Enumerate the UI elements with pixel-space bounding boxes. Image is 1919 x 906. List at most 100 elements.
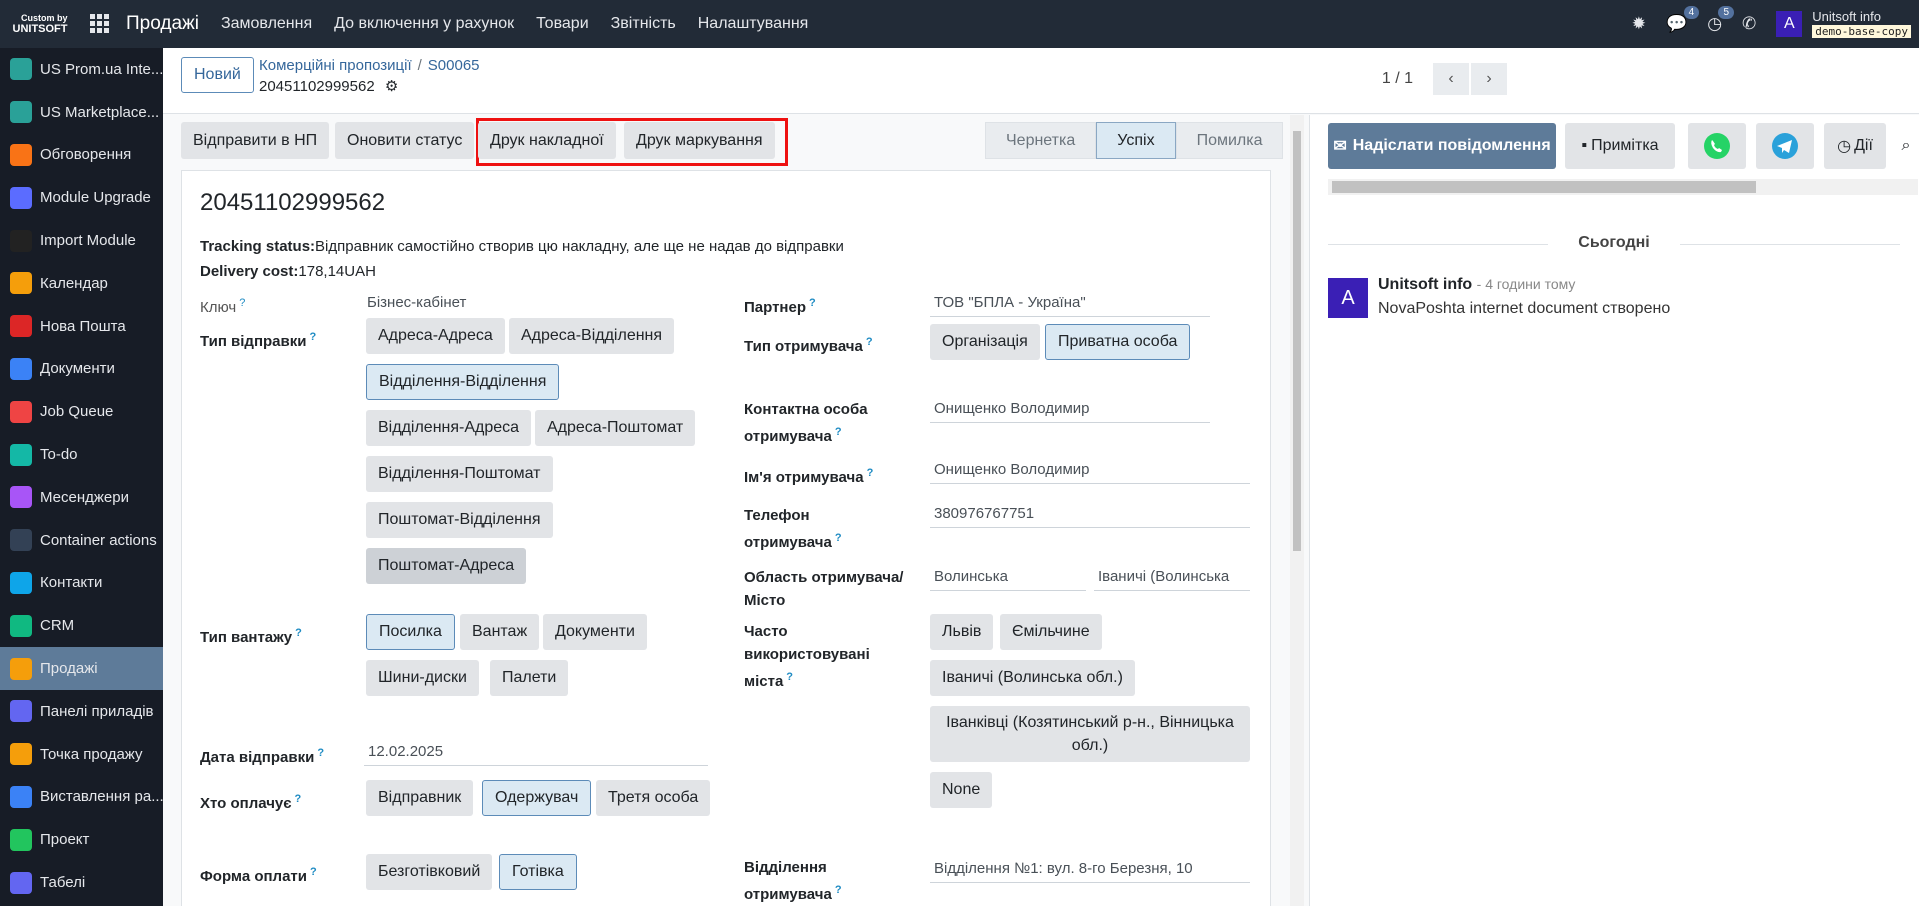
- frequent-city-option[interactable]: None: [930, 772, 993, 808]
- pager-next-icon[interactable]: ›: [1471, 63, 1507, 95]
- ship-type-option[interactable]: Адреса-Відділення: [509, 318, 675, 354]
- app-title[interactable]: Продажі: [126, 13, 199, 35]
- sidebar-item[interactable]: Контакти: [0, 562, 163, 605]
- debug-bug-icon[interactable]: ✹: [1632, 14, 1646, 34]
- chat-icon[interactable]: 💬 4: [1666, 6, 1700, 34]
- breadcrumb-current[interactable]: S00065: [428, 57, 480, 74]
- sidebar-item[interactable]: Job Queue: [0, 390, 163, 433]
- help-icon[interactable]: ?: [786, 671, 793, 683]
- recipient-type-option[interactable]: Приватна особа: [1045, 324, 1191, 360]
- phone-field[interactable]: 380976767751: [930, 502, 1250, 528]
- status-error[interactable]: Помилка: [1175, 122, 1284, 159]
- payer-option[interactable]: Одержувач: [482, 780, 592, 816]
- message-author-name[interactable]: Unitsoft info: [1378, 276, 1472, 293]
- sidebar-item[interactable]: US Prom.ua Inte...: [0, 48, 163, 91]
- telegram-button[interactable]: [1756, 123, 1814, 169]
- ship-type-option[interactable]: Адреса-Поштомат: [535, 410, 696, 446]
- payer-option[interactable]: Відправник: [366, 780, 474, 816]
- menu-orders[interactable]: Замовлення: [221, 15, 312, 33]
- cargo-type-option[interactable]: Посилка: [366, 614, 455, 650]
- ship-type-option[interactable]: Поштомат-Адреса: [366, 548, 527, 584]
- sidebar-item[interactable]: Календар: [0, 262, 163, 305]
- cargo-type-option[interactable]: Вантаж: [460, 614, 540, 650]
- sidebar-item[interactable]: Module Upgrade: [0, 176, 163, 219]
- apps-grid-icon[interactable]: [80, 14, 120, 34]
- ship-type-option[interactable]: Відділення-Адреса: [366, 410, 532, 446]
- city-field[interactable]: Іваничі (Волинська: [1094, 565, 1250, 591]
- unitsoft-logo[interactable]: Custom by UNITSOFT: [0, 0, 80, 48]
- recipient-name-field[interactable]: Онищенко Володимир: [930, 458, 1250, 484]
- help-icon[interactable]: ?: [866, 336, 873, 348]
- user-avatar[interactable]: A: [1776, 11, 1803, 37]
- date-field[interactable]: 12.02.2025: [364, 740, 708, 766]
- payer-option[interactable]: Третя особа: [596, 780, 711, 816]
- help-icon[interactable]: ?: [317, 747, 324, 759]
- print-invoice-button[interactable]: Друк накладної: [478, 122, 616, 159]
- payment-option[interactable]: Безготівковий: [366, 854, 493, 890]
- sidebar-item[interactable]: Панелі приладів: [0, 690, 163, 733]
- user-menu[interactable]: Unitsoft info demo-base-copy: [1812, 9, 1911, 39]
- frequent-city-option[interactable]: Львів: [930, 614, 994, 650]
- help-icon[interactable]: ?: [295, 627, 302, 639]
- menu-to-invoice[interactable]: До включення у рахунок: [334, 15, 514, 33]
- help-icon[interactable]: ?: [239, 297, 245, 309]
- payment-option[interactable]: Готівка: [499, 854, 577, 890]
- frequent-city-option[interactable]: Ємільчине: [1000, 614, 1102, 650]
- sidebar-item[interactable]: Import Module: [0, 219, 163, 262]
- ship-type-option[interactable]: Поштомат-Відділення: [366, 502, 553, 538]
- frequent-city-option[interactable]: Іванківці (Козятинський р-н., Вінницька …: [930, 706, 1250, 762]
- menu-reporting[interactable]: Звітність: [611, 15, 676, 33]
- cargo-type-option[interactable]: Шини-диски: [366, 660, 479, 696]
- status-success[interactable]: Успіх: [1096, 122, 1176, 159]
- help-icon[interactable]: ?: [835, 426, 842, 438]
- help-icon[interactable]: ?: [835, 884, 842, 896]
- pager-previous-icon[interactable]: ‹: [1433, 63, 1469, 95]
- update-status-button[interactable]: Оновити статус: [335, 122, 475, 159]
- cargo-type-option[interactable]: Палети: [490, 660, 569, 696]
- pager-value[interactable]: 1 / 1: [1382, 70, 1413, 88]
- status-draft[interactable]: Чернетка: [985, 122, 1097, 159]
- frequent-city-option[interactable]: Іваничі (Волинська обл.): [930, 660, 1135, 696]
- sidebar-item[interactable]: Месенджери: [0, 476, 163, 519]
- help-icon[interactable]: ?: [867, 467, 874, 479]
- menu-settings[interactable]: Налаштування: [698, 15, 809, 33]
- sidebar-item[interactable]: Точка продажу: [0, 733, 163, 776]
- chatter-hscrollbar[interactable]: [1328, 179, 1918, 195]
- help-icon[interactable]: ?: [809, 297, 816, 309]
- cargo-type-option[interactable]: Документи: [543, 614, 647, 650]
- sidebar-item[interactable]: To-do: [0, 433, 163, 476]
- sidebar-item[interactable]: Нова Пошта: [0, 305, 163, 348]
- menu-products[interactable]: Товари: [536, 15, 588, 33]
- whatsapp-button[interactable]: [1688, 123, 1746, 169]
- sidebar-item[interactable]: Проект: [0, 818, 163, 861]
- partner-field[interactable]: ТОВ "БПЛА - Україна": [930, 291, 1210, 317]
- breadcrumb-parent[interactable]: Комерційні пропозиції: [259, 57, 412, 74]
- region-field[interactable]: Волинська: [930, 565, 1086, 591]
- search-icon[interactable]: ⌕: [1894, 123, 1918, 169]
- help-icon[interactable]: ?: [835, 532, 842, 544]
- actions-button[interactable]: ◷ Дії: [1824, 123, 1886, 169]
- message-avatar[interactable]: A: [1328, 278, 1368, 318]
- send-message-button[interactable]: ✉ Надіслати повідомлення: [1328, 123, 1556, 169]
- ship-type-option[interactable]: Відділення-Поштомат: [366, 456, 553, 492]
- chatter-hscrollbar-thumb[interactable]: [1332, 181, 1756, 193]
- send-to-np-button[interactable]: Відправити в НП: [181, 122, 330, 159]
- help-icon[interactable]: ?: [310, 866, 317, 878]
- ship-type-option[interactable]: Відділення-Відділення: [366, 364, 560, 400]
- sidebar-item[interactable]: Обговорення: [0, 134, 163, 177]
- sidebar-item[interactable]: Продажі: [0, 647, 163, 690]
- contact-person-field[interactable]: Онищенко Володимир: [930, 397, 1210, 423]
- help-icon[interactable]: ?: [295, 793, 302, 805]
- new-button[interactable]: Новий: [181, 57, 254, 93]
- sidebar-item[interactable]: Виставлення ра...: [0, 776, 163, 819]
- form-scrollbar[interactable]: [1290, 115, 1304, 906]
- gear-icon[interactable]: ⚙: [385, 78, 398, 95]
- sidebar-item[interactable]: Container actions: [0, 519, 163, 562]
- help-icon[interactable]: ?: [309, 331, 316, 343]
- phone-icon[interactable]: ✆: [1742, 14, 1756, 34]
- branch-field[interactable]: Відділення №1: вул. 8-го Березня, 10: [930, 857, 1250, 883]
- sidebar-item[interactable]: CRM: [0, 604, 163, 647]
- ship-type-option[interactable]: Адреса-Адреса: [366, 318, 505, 354]
- activity-clock-icon[interactable]: ◷ 5: [1707, 6, 1735, 34]
- sidebar-item[interactable]: Документи: [0, 348, 163, 391]
